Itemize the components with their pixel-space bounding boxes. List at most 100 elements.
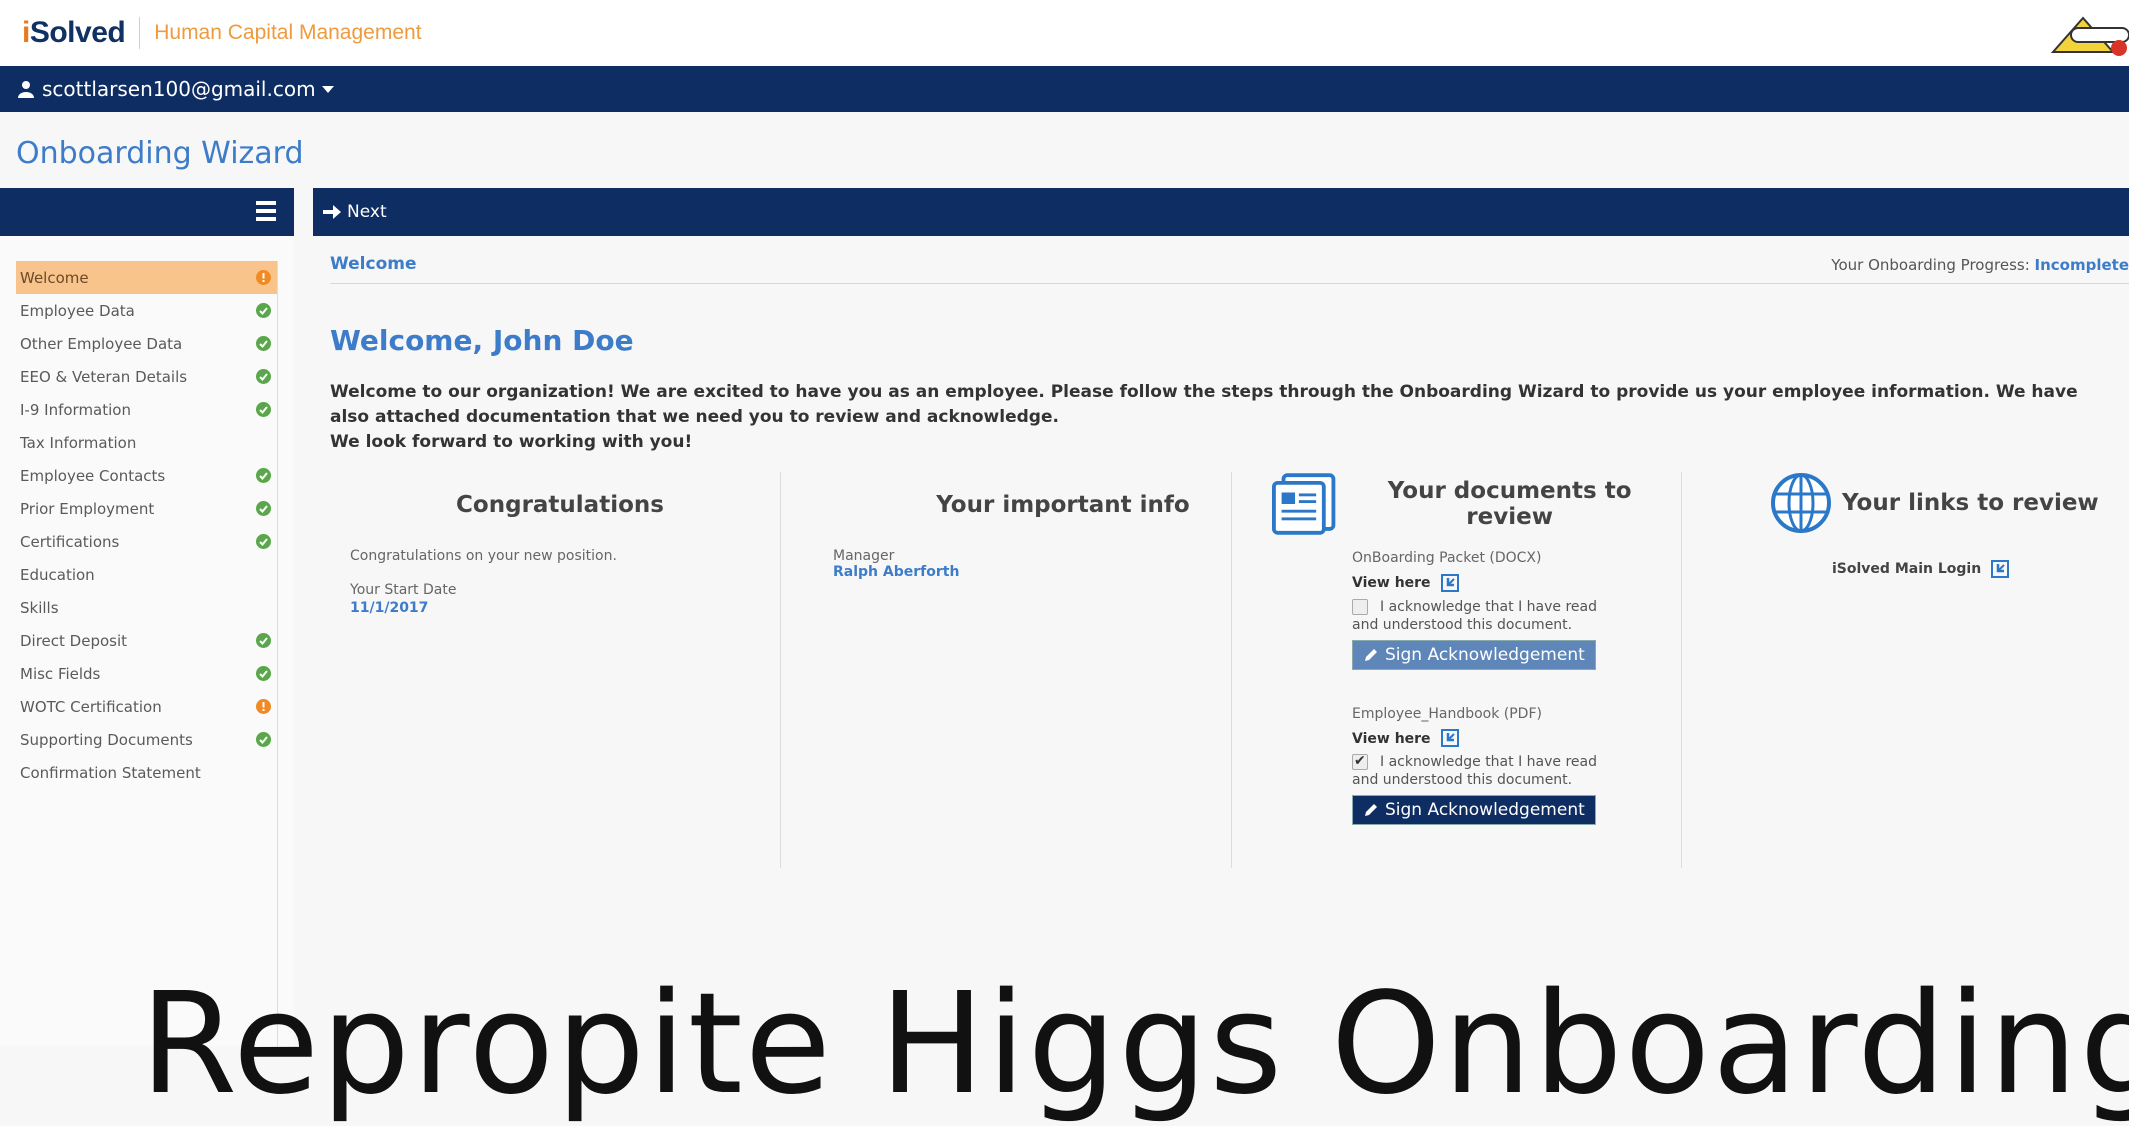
documents-title: Your documents to review [1387,478,1632,530]
user-bar: scottlarsen100@gmail.com [0,66,2129,112]
start-date-value: 11/1/2017 [350,600,429,616]
links-title: Your links to review [1842,490,2099,516]
caret-down-icon [321,85,334,93]
manager-name: Ralph Aberforth [833,564,960,580]
sidebar-item-label: Confirmation Statement [20,763,201,782]
link-item[interactable]: iSolved Main Login [1832,558,2129,578]
link-label: iSolved Main Login [1832,561,1982,577]
start-date-label: Your Start Date [350,582,457,598]
isolved-logo[interactable]: iSolved [22,16,126,50]
section-title: Welcome [330,254,417,274]
brand-bar: iSolved Human Capital Management [0,0,2129,66]
welcome-title: Welcome, John Doe [330,324,634,357]
sidebar-item-skills[interactable]: Skills [16,591,277,624]
view-document-link[interactable]: View here [1352,728,1672,747]
sidebar-item-label: Misc Fields [20,664,101,683]
external-link-icon[interactable] [1991,559,2010,578]
sidebar-item-label: Tax Information [20,433,137,452]
sidebar-nav: Welcome Employee Data Other Employee Data E… [16,261,278,1047]
check-complete-icon [256,501,271,516]
documents-panel: Your documents to review OnBoarding Pack… [1272,472,1672,868]
sidebar-item-misc-fields[interactable]: Misc Fields [16,657,277,690]
sidebar-item-welcome[interactable]: Welcome [16,261,277,294]
check-complete-icon [256,666,271,681]
sidebar-item-label: Education [20,565,95,584]
sidebar-item-label: Employee Data [20,301,135,320]
sidebar-item-label: I-9 Information [20,400,131,419]
sidebar-item-eeo-veteran-details[interactable]: EEO & Veteran Details [16,360,277,393]
congratulations-panel: Congratulations Congratulations on your … [350,472,770,868]
sign-acknowledgement-button[interactable]: Sign Acknowledgement [1352,795,1596,825]
document-item: OnBoarding Packet (DOCX) View here I ackno… [1352,550,1672,670]
sign-acknowledgement-button[interactable]: Sign Acknowledgement [1352,639,1596,670]
section-header: Welcome Your Onboarding Progress: Incomp… [330,254,2129,284]
next-label: Next [347,202,387,222]
sidebar-item-supporting-documents[interactable]: Supporting Documents [16,723,277,756]
column-divider [780,472,781,868]
alert-icon [256,270,271,285]
sidebar-item-other-employee-data[interactable]: Other Employee Data [16,327,277,360]
sidebar-item-label: EEO & Veteran Details [20,367,188,386]
check-complete-icon [256,303,271,318]
acknowledge-checkbox[interactable] [1352,598,1368,615]
links-list: iSolved Main Login [1832,558,2129,578]
acknowledge-row: I acknowledge that I have readand unders… [1352,598,1597,633]
check-complete-icon [256,402,271,417]
sidebar-item-education[interactable]: Education [16,558,277,591]
sidebar-item-employee-data[interactable]: Employee Data [16,294,277,327]
sidebar-item-wotc-certification[interactable]: WOTC Certification [16,690,277,723]
check-complete-icon [256,369,271,384]
sidebar-item-label: WOTC Certification [20,697,162,716]
sidebar-item-certifications[interactable]: Certifications [16,525,277,558]
brand-separator [139,17,141,49]
acknowledge-checkbox[interactable] [1352,752,1368,770]
overlay-caption: Repropite Higgs Onboarding [140,963,2129,1126]
view-document-link[interactable]: View here [1352,572,1672,592]
document-item: Employee_Handbook (PDF) View here I acknow… [1352,705,1672,825]
column-divider [1231,472,1232,868]
progress-status: Incomplete [2034,256,2129,274]
alert-icon [256,699,271,714]
sidebar-item-direct-deposit[interactable]: Direct Deposit [16,624,277,657]
external-link-icon[interactable] [1440,729,1459,747]
sidebar-item-label: Welcome [20,268,89,287]
check-complete-icon [256,732,271,747]
check-complete-icon [256,633,271,648]
sidebar-item-label: Employee Contacts [20,466,166,485]
onboarding-progress: Your Onboarding Progress: Incomplete [1831,256,2129,274]
sidebar-item-label: Direct Deposit [20,631,128,650]
next-button[interactable]: Next [323,202,387,222]
document-icon [1272,473,1336,535]
arrow-right-icon [323,205,341,219]
external-link-icon[interactable] [1440,573,1459,592]
documents-header: Your documents to review [1272,472,1672,536]
sidebar-item-employee-contacts[interactable]: Employee Contacts [16,459,277,492]
sidebar-item-label: Supporting Documents [20,730,193,749]
important-info-panel: Your important info Manager Ralph Aberfo… [833,472,1233,868]
main-toolbar: Next [313,188,2129,236]
congratulations-title: Congratulations [456,492,664,518]
sidebar-item-label: Certifications [20,532,120,551]
sidebar-item-i-9-information[interactable]: I-9 Information [16,393,277,426]
document-name: Employee_Handbook (PDF) [1352,705,1542,722]
user-menu[interactable]: scottlarsen100@gmail.com [18,77,334,101]
sidebar-item-label: Prior Employment [20,499,155,518]
sidebar-item-confirmation-statement[interactable]: Confirmation Statement [16,756,277,789]
congratulations-message: Congratulations on your new position. [350,548,617,564]
check-complete-icon [256,534,271,549]
pencil-icon [1365,804,1377,816]
globe-icon [1771,473,1831,533]
documents-list: OnBoarding Packet (DOCX) View here I ackno… [1352,550,1672,825]
hamburger-menu-icon[interactable] [256,201,276,223]
document-name: OnBoarding Packet (DOCX) [1352,550,1542,566]
sidebar-item-tax-information[interactable]: Tax Information [16,426,277,459]
sidebar-item-label: Skills [20,598,59,617]
links-header: Your links to review [1770,472,2129,534]
acknowledge-row: I acknowledge that I have readand unders… [1352,752,1672,789]
welcome-intro: Welcome to our organization! We are exci… [330,382,2078,452]
check-complete-icon [256,336,271,351]
sidebar: Welcome Employee Data Other Employee Data E… [0,236,294,1047]
pencil-icon [1365,648,1377,661]
sidebar-item-prior-employment[interactable]: Prior Employment [16,492,277,525]
user-icon [18,81,34,98]
